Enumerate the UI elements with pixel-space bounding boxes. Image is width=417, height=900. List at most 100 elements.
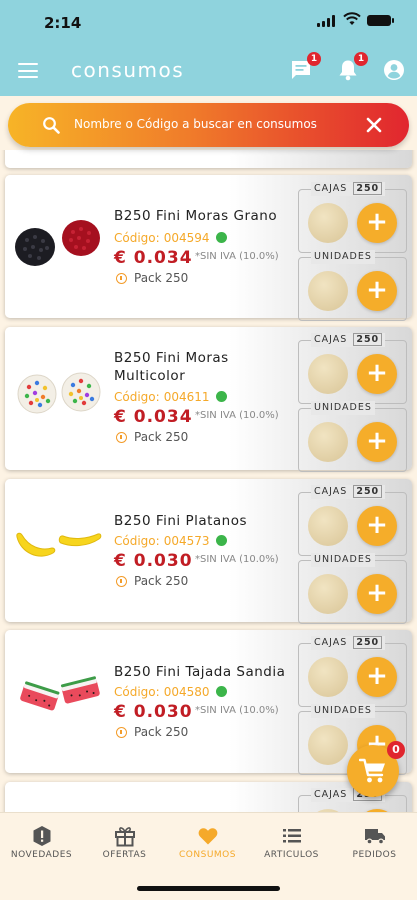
battery-icon xyxy=(367,15,394,26)
pack-size: Pack 250 xyxy=(134,430,189,444)
add-box-button[interactable]: + xyxy=(357,657,397,697)
boxes-quantity[interactable] xyxy=(308,203,348,243)
product-card[interactable]: B250 Fini Moras Grano Código: 004594 € 0.… xyxy=(5,175,412,321)
status-bar: 2:14 xyxy=(0,0,417,44)
stock-status-dot xyxy=(215,391,227,402)
boxes-label: CAJAS 250 xyxy=(311,485,386,499)
product-list[interactable]: B250 Fini Moras Grano Código: 004594 € 0.… xyxy=(0,150,417,812)
nav-label: ARTICULOS xyxy=(264,850,319,860)
nav-label: OFERTAS xyxy=(102,850,147,860)
product-name: B250 Fini Tajada Sandia xyxy=(114,664,286,680)
menu-icon[interactable] xyxy=(18,63,38,79)
pack-size: Pack 250 xyxy=(134,271,189,285)
product-image xyxy=(15,220,100,266)
boxes-selector: CAJAS 250 + xyxy=(298,485,407,556)
nav-pedidos[interactable]: PEDIDOS xyxy=(333,825,416,865)
tax-note: *SIN IVA (10.0%) xyxy=(195,251,279,262)
code-value: 004580 xyxy=(163,685,210,699)
shopping-cart-icon xyxy=(359,758,385,783)
box-count: 250 xyxy=(353,333,383,346)
pack-size: Pack 250 xyxy=(134,574,189,588)
add-unit-button[interactable]: + xyxy=(357,574,397,614)
wifi-icon xyxy=(343,12,361,25)
product-price: € 0.030 xyxy=(114,702,193,722)
product-code: Código: 004594 xyxy=(114,231,227,245)
product-card[interactable]: B250 Fini Moras Multicolor Código: 004611… xyxy=(5,327,412,472)
nav-label: PEDIDOS xyxy=(352,850,397,860)
product-price: € 0.030 xyxy=(114,551,193,571)
cart-count-badge: 0 xyxy=(387,741,405,759)
stock-status-dot xyxy=(215,535,227,546)
units-selector: UNIDADES + xyxy=(298,250,407,321)
account-button[interactable] xyxy=(382,58,406,82)
tax-note: *SIN IVA (10.0%) xyxy=(195,554,279,565)
code-label: Código: xyxy=(114,390,160,404)
status-time: 2:14 xyxy=(44,14,82,32)
nav-label: NOVEDADES xyxy=(10,850,73,860)
units-quantity[interactable] xyxy=(308,271,348,311)
add-box-button[interactable]: + xyxy=(357,354,397,394)
stock-status-dot xyxy=(215,232,227,243)
units-quantity[interactable] xyxy=(308,725,348,765)
add-unit-button[interactable]: + xyxy=(357,271,397,311)
add-box-button[interactable]: + xyxy=(357,506,397,546)
nav-ofertas[interactable]: OFERTAS xyxy=(83,825,166,865)
boxes-label: CAJAS 250 xyxy=(311,182,386,196)
boxes-quantity[interactable] xyxy=(308,506,348,546)
code-label: Código: xyxy=(114,685,160,699)
heart-icon xyxy=(198,828,217,845)
tax-note: *SIN IVA (10.0%) xyxy=(195,705,279,716)
nav-consumos[interactable]: CONSUMOS xyxy=(166,825,249,865)
product-code: Código: 004573 xyxy=(114,534,227,548)
truck-icon xyxy=(364,829,385,845)
code-value: 004573 xyxy=(163,534,210,548)
signal-icon xyxy=(317,15,335,27)
boxes-selector: CAJAS 250 + xyxy=(298,182,407,253)
units-label: UNIDADES xyxy=(311,553,375,567)
units-quantity[interactable] xyxy=(308,422,348,462)
units-label: UNIDADES xyxy=(311,250,375,264)
chat-badge: 1 xyxy=(307,52,321,66)
cart-button[interactable]: 0 xyxy=(347,741,405,797)
product-card[interactable]: B250 Fini Tajada Sandia Código: 004580 € … xyxy=(5,630,412,775)
product-price: € 0.034 xyxy=(114,407,193,427)
home-indicator xyxy=(137,886,280,891)
product-name: B250 Fini Moras Multicolor xyxy=(114,350,229,384)
code-value: 004594 xyxy=(163,231,210,245)
product-name: B250 Fini Platanos xyxy=(114,513,248,529)
add-unit-button[interactable]: + xyxy=(357,422,397,462)
boxes-quantity[interactable] xyxy=(308,354,348,394)
boxes-selector: CAJAS 250 + xyxy=(298,333,407,404)
chat-button[interactable]: 1 xyxy=(289,52,321,82)
units-quantity[interactable] xyxy=(308,574,348,614)
info-icon xyxy=(116,727,127,738)
boxes-label: CAJAS 250 xyxy=(311,333,386,347)
nav-articulos[interactable]: ARTICULOS xyxy=(250,825,333,865)
search-bar[interactable]: Nombre o Código a buscar en consumos xyxy=(8,103,409,147)
add-box-button[interactable]: + xyxy=(357,203,397,243)
boxes-quantity[interactable] xyxy=(308,657,348,697)
box-count: 250 xyxy=(353,485,383,498)
notifications-button[interactable]: 1 xyxy=(336,52,368,82)
code-label: Código: xyxy=(114,231,160,245)
product-card[interactable]: B250 Fini Platanos Código: 004573 € 0.030… xyxy=(5,479,412,624)
tax-note: *SIN IVA (10.0%) xyxy=(195,410,279,421)
search-input[interactable]: Nombre o Código a buscar en consumos xyxy=(74,117,317,131)
units-label: UNIDADES xyxy=(311,704,375,718)
nav-novedades[interactable]: NOVEDADES xyxy=(0,825,83,865)
code-label: Código: xyxy=(114,534,160,548)
gift-icon xyxy=(114,827,135,847)
search-icon xyxy=(43,117,60,134)
nav-label: CONSUMOS xyxy=(179,850,236,860)
account-icon xyxy=(384,60,404,80)
alert-circle-icon xyxy=(33,826,50,846)
product-image xyxy=(16,532,102,557)
units-label: UNIDADES xyxy=(311,401,375,415)
box-count: 250 xyxy=(353,182,383,195)
info-icon xyxy=(116,576,127,587)
close-icon[interactable] xyxy=(365,116,383,134)
product-card[interactable]: CAJAS 250 + xyxy=(5,782,412,812)
product-card[interactable] xyxy=(5,150,412,168)
notifications-badge: 1 xyxy=(354,52,368,66)
pack-size: Pack 250 xyxy=(134,725,189,739)
